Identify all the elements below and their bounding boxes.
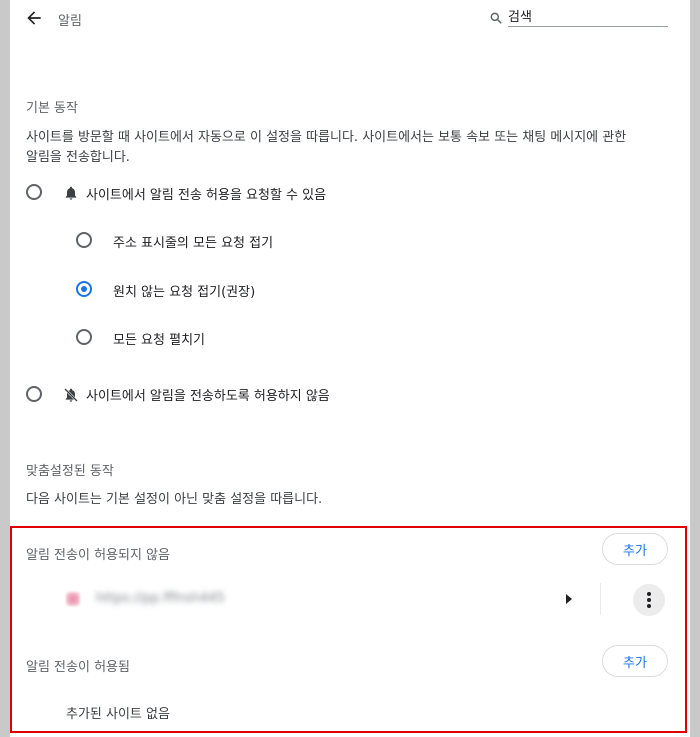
row-divider — [600, 583, 601, 615]
sub-option-quiet-unwanted-label: 원치 않는 요청 접기(권장) — [113, 285, 256, 300]
search-icon — [490, 12, 502, 24]
radio-allow-requests[interactable] — [26, 184, 42, 200]
more-vert-icon — [647, 592, 651, 608]
search-input[interactable] — [508, 8, 668, 27]
radio-block-notifications[interactable] — [26, 386, 42, 402]
no-sites-message: 추가된 사이트 없음 — [66, 707, 170, 722]
radio-quiet-unwanted[interactable] — [76, 281, 92, 297]
default-behavior-description-line1: 사이트를 방문할 때 사이트에서 자동으로 이 설정을 따릅니다. 사이트에서는… — [26, 130, 627, 145]
blocked-site-url[interactable]: https://pp.fffnsh445 — [96, 591, 225, 606]
add-blocked-site-button[interactable]: 추가 — [602, 533, 668, 565]
bell-off-icon — [64, 388, 78, 402]
back-arrow-icon[interactable] — [24, 8, 44, 28]
bell-icon — [65, 186, 77, 200]
notification-settings-panel: 알림 기본 동작 사이트를 방문할 때 사이트에서 자동으로 이 설정을 따릅니… — [10, 0, 690, 737]
header-bar: 알림 — [10, 0, 690, 38]
expand-arrow-icon[interactable] — [564, 593, 574, 605]
default-behavior-description-line2: 알림을 전송합니다. — [26, 150, 130, 165]
sub-option-expand-all-label: 모든 요청 펼치기 — [113, 333, 205, 348]
more-actions-button[interactable] — [633, 584, 665, 616]
add-allowed-site-button[interactable]: 추가 — [602, 645, 668, 677]
page-title: 알림 — [58, 14, 82, 29]
allowed-section-heading: 알림 전송이 허용됨 — [26, 660, 130, 675]
site-favicon — [66, 592, 80, 606]
blocked-section-heading: 알림 전송이 허용되지 않음 — [26, 548, 170, 563]
custom-behavior-heading: 맞춤설정된 동작 — [26, 464, 114, 479]
option-allow-label: 사이트에서 알림 전송 허용을 요청할 수 있음 — [86, 188, 327, 203]
default-behavior-heading: 기본 동작 — [26, 101, 78, 116]
sub-option-quiet-all-label: 주소 표시줄의 모든 요청 접기 — [113, 236, 274, 251]
radio-expand-all[interactable] — [76, 329, 92, 345]
custom-behavior-description: 다음 사이트는 기본 설정이 아닌 맞춤 설정을 따릅니다. — [26, 492, 323, 507]
radio-quiet-all[interactable] — [76, 232, 92, 248]
option-block-label: 사이트에서 알림을 전송하도록 허용하지 않음 — [86, 389, 330, 404]
